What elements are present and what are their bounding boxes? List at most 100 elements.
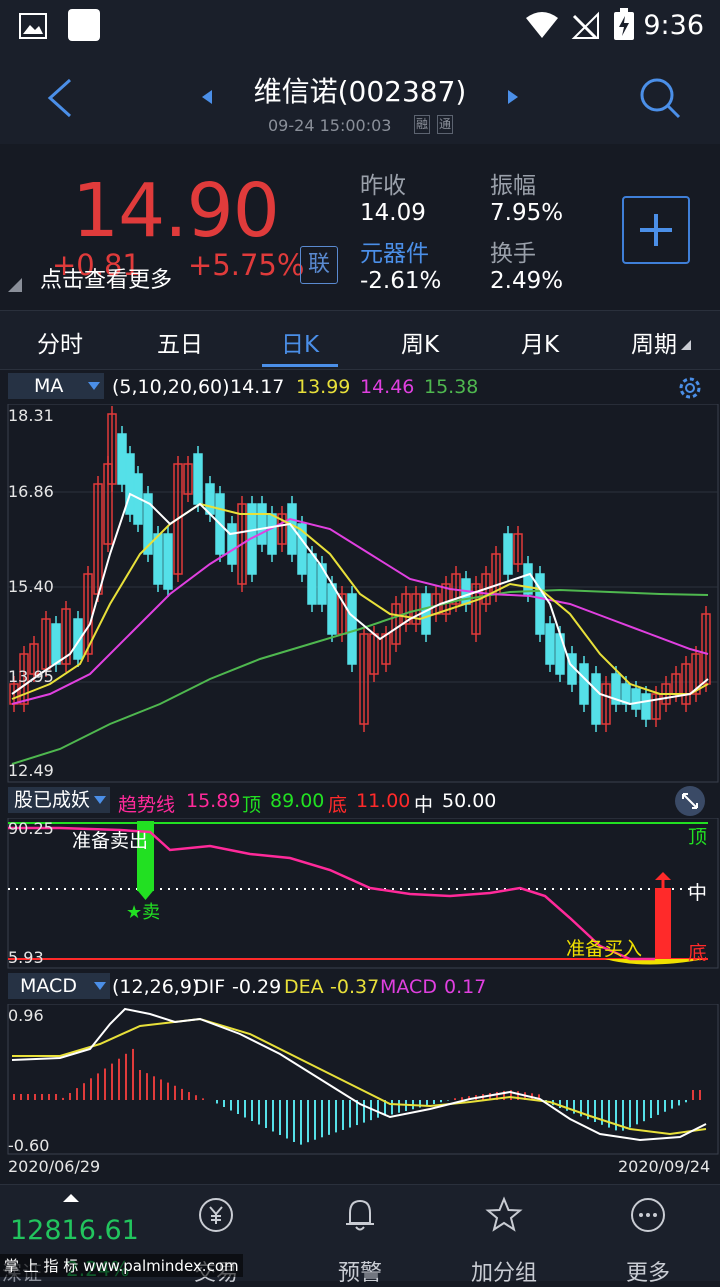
candle-body: [591, 673, 601, 725]
dea-value: -0.37: [330, 976, 380, 998]
plus-icon: [640, 214, 672, 246]
ma-params: (5,10,20,60): [112, 376, 230, 398]
candle-body: [545, 623, 555, 665]
chevron-down-icon: [88, 382, 100, 390]
active-tab-indicator: [262, 364, 338, 367]
nav-more-label: 更多: [625, 1261, 670, 1286]
candle-body: [503, 533, 513, 575]
nav-more[interactable]: 更多: [576, 1193, 720, 1286]
ma60-value: 15.38: [424, 376, 479, 398]
watermark: 掌 上 指 标 www.palmindex.com: [0, 1254, 243, 1277]
candle-body: [153, 533, 163, 585]
turnover-value: 2.49%: [490, 268, 564, 294]
prev-close-label: 昨收: [360, 173, 406, 199]
candle-body: [307, 553, 317, 605]
bottom-label: 底: [328, 794, 348, 816]
candle-body: [317, 563, 327, 605]
stock-title: 维信诺(002387): [253, 75, 467, 108]
tab-daily-k[interactable]: 日K: [240, 325, 360, 359]
ma-selector-label: MA: [34, 375, 64, 397]
add-watchlist-button[interactable]: [622, 196, 690, 264]
tab-monthly-k[interactable]: 月K: [480, 325, 600, 359]
no-signal-icon: [571, 11, 599, 40]
trend-selector-label: 股已成妖: [14, 789, 91, 811]
nav-alert-label: 预警: [337, 1261, 382, 1286]
more-info-link[interactable]: 点击查看更多: [40, 262, 172, 294]
current-price: 14.90: [72, 168, 280, 254]
candle-body: [51, 623, 61, 665]
trend-selector[interactable]: 股已成妖: [8, 787, 110, 813]
date-start: 2020/06/29: [8, 1157, 101, 1176]
mid-label: 中: [414, 794, 434, 816]
battery-charging-icon: [614, 8, 634, 40]
nav-trade[interactable]: 交易: [144, 1193, 288, 1286]
margin-tag: 融: [414, 115, 431, 134]
candle-body: [631, 688, 641, 710]
expand-corner-icon: [8, 278, 22, 292]
macd-y-min: -0.60: [8, 1136, 50, 1155]
nav-add-group-label: 加分组: [470, 1261, 537, 1286]
mid-value: 50.00: [442, 790, 497, 812]
tab-period[interactable]: 周期: [594, 325, 714, 359]
candle-body: [267, 513, 277, 555]
settings-gear-icon[interactable]: [676, 374, 704, 402]
y-axis-max: 18.31: [8, 406, 54, 425]
macd-chart[interactable]: [0, 1004, 720, 1156]
period-tabs: 分时 五日 日K 周K 月K 周期: [0, 310, 720, 370]
price-change-pct: +5.75%: [188, 248, 305, 282]
nav-add-group[interactable]: 加分组: [432, 1193, 576, 1286]
tab-intraday[interactable]: 分时: [0, 325, 120, 359]
star-icon: [485, 1196, 523, 1232]
dif-value: -0.29: [232, 976, 282, 998]
candle-body: [205, 483, 215, 515]
connect-tag: 通: [437, 115, 454, 134]
y-axis-tick: 16.86: [8, 482, 54, 501]
expand-icon[interactable]: [674, 785, 706, 817]
candle-body: [193, 453, 203, 505]
trend-line-value: 15.89: [186, 790, 241, 812]
buy-prep-label: 准备买入: [566, 938, 643, 960]
sell-prep-label: 准备卖出: [72, 830, 149, 852]
turnover-label: 换手: [490, 241, 536, 267]
caret-up-icon: [63, 1194, 79, 1202]
candlestick-chart[interactable]: [0, 404, 720, 784]
amplitude-label: 振幅: [490, 173, 536, 199]
clock: 9:36: [643, 10, 704, 41]
tab-five-day[interactable]: 五日: [120, 325, 240, 359]
index-value: 12816.61: [10, 1215, 139, 1246]
ma10-value: 13.99: [296, 376, 351, 398]
candle-body: [227, 523, 237, 565]
candle-body: [641, 693, 651, 720]
dif-label: DIF: [194, 976, 226, 998]
top-label: 顶: [242, 794, 262, 816]
candle-body: [117, 433, 127, 485]
candle-body: [421, 593, 431, 635]
trend-y-max: 90.25: [8, 819, 54, 838]
sector-label[interactable]: 元器件: [360, 234, 429, 268]
nav-alert[interactable]: 预警: [288, 1193, 432, 1286]
wifi-icon: [526, 12, 558, 38]
top-value: 89.00: [270, 790, 325, 812]
macd-y-max: 0.96: [8, 1006, 44, 1025]
date-end: 2020/09/24: [618, 1157, 711, 1176]
amplitude-value: 7.95%: [490, 200, 564, 226]
macd-params: (12,26,9): [112, 976, 200, 998]
next-stock-icon[interactable]: [506, 88, 520, 106]
trend-indicator-row: 股已成妖 趋势线 15.89 顶 89.00 底 11.00 中 50.00: [0, 784, 720, 818]
ma-indicator-row: MA (5,10,20,60) 14.17 13.99 14.46 15.38: [0, 370, 720, 404]
status-bar: 9:36: [0, 0, 720, 52]
tab-weekly-k[interactable]: 周K: [360, 325, 480, 359]
ma-selector[interactable]: MA: [8, 373, 104, 399]
macd-selector[interactable]: MACD: [8, 973, 110, 999]
candle-body: [523, 563, 533, 595]
more-icon: [631, 1198, 665, 1232]
y-axis-tick: 13.95: [8, 667, 54, 686]
quote-panel[interactable]: 14.90 +0.81 +5.75% 点击查看更多 联 昨收 14.09 元器件…: [0, 146, 720, 308]
quote-timestamp: 09-24 15:00:03: [268, 116, 392, 135]
trend-y-min: 5.93: [8, 948, 44, 967]
search-icon[interactable]: [638, 76, 682, 120]
y-axis-tick: 15.40: [8, 577, 54, 596]
linked-button[interactable]: 联: [300, 246, 338, 284]
candle-body: [327, 583, 337, 635]
chevron-down-icon: [94, 982, 106, 990]
